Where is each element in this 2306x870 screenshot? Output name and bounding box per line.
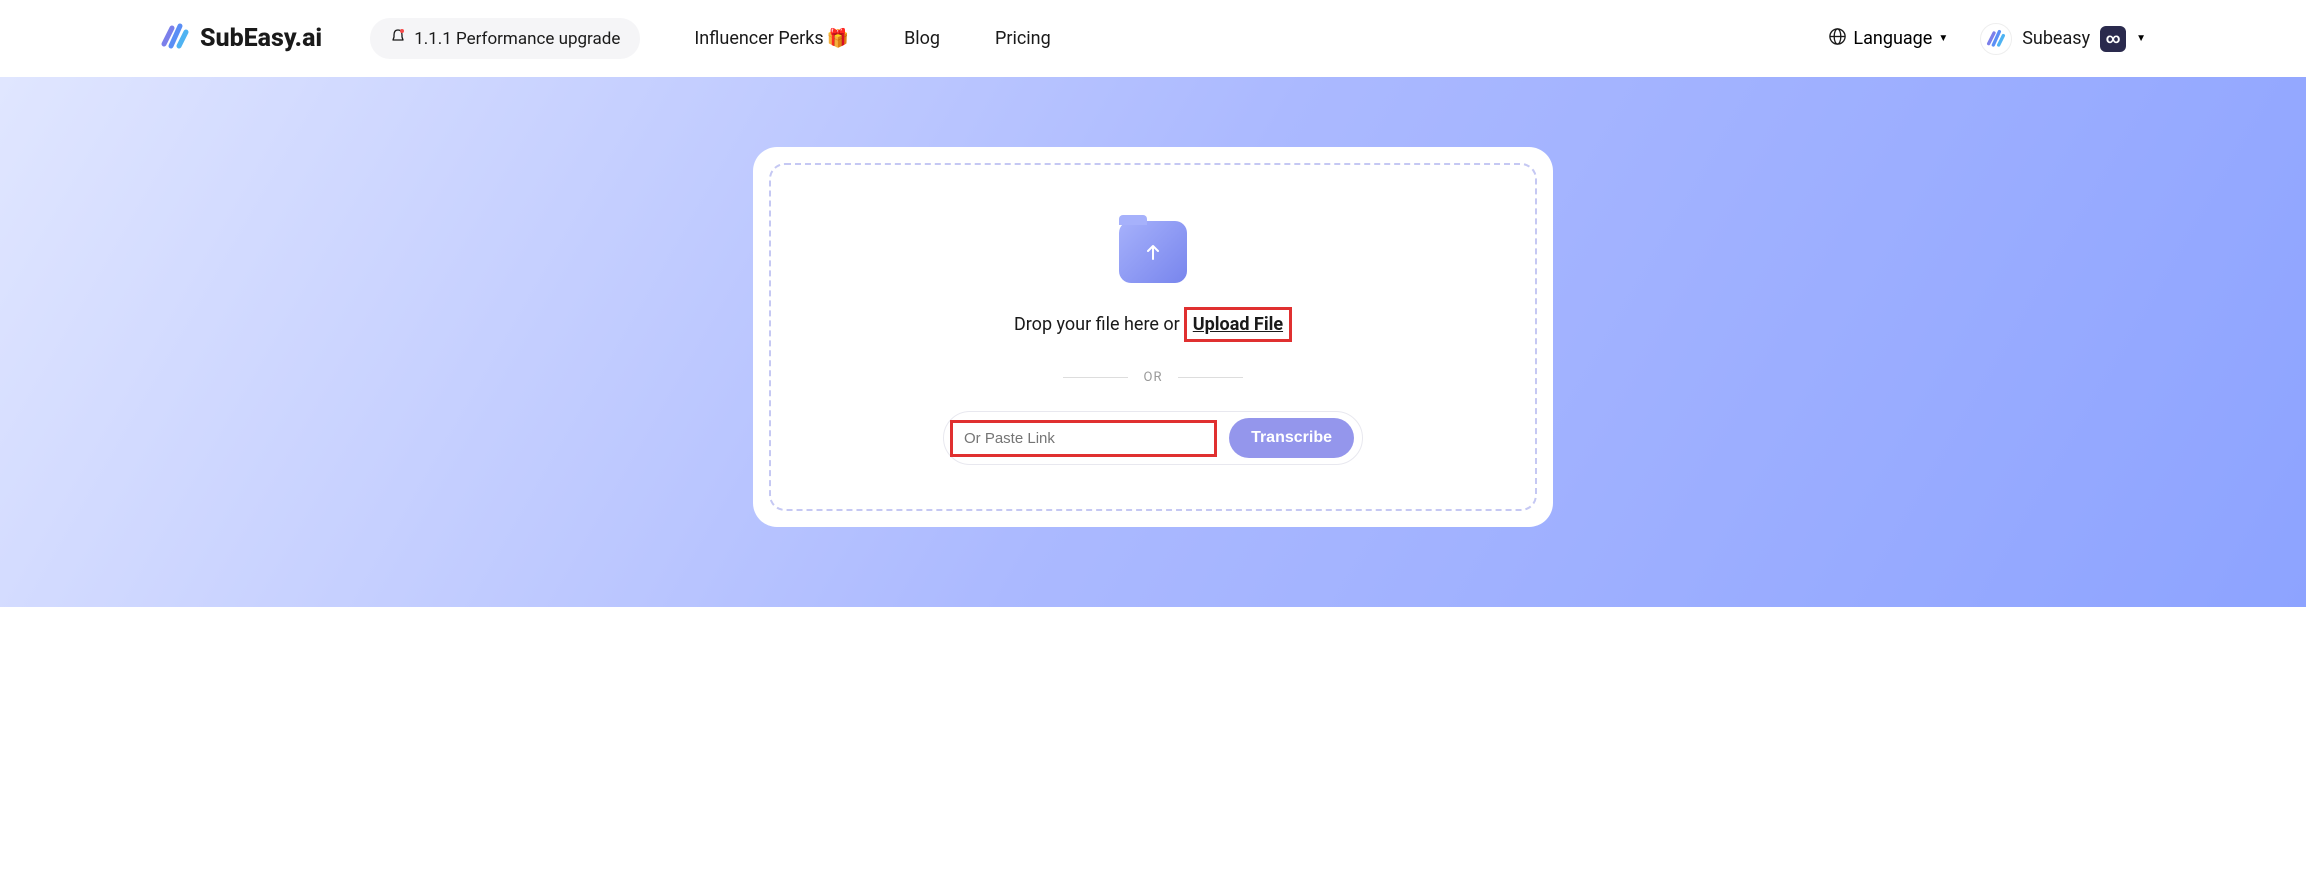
- logo-icon: [160, 22, 190, 56]
- or-divider: OR: [1063, 370, 1243, 385]
- drop-instruction: Drop your file here or Upload File: [1014, 307, 1292, 342]
- announcement-pill[interactable]: 1.1.1 Performance upgrade: [370, 18, 640, 59]
- paste-link-wrap: [950, 420, 1217, 457]
- nav-influencer-perks[interactable]: Influencer Perks🎁: [694, 28, 849, 49]
- top-header: SubEasy.ai 1.1.1 Performance upgrade Inf…: [0, 0, 2306, 77]
- transcribe-button[interactable]: Transcribe: [1229, 418, 1354, 458]
- chevron-down-icon: ▼: [1938, 33, 1948, 44]
- upload-folder-icon: [1119, 221, 1187, 283]
- brand-name: SubEasy.ai: [200, 24, 322, 53]
- header-right: Language ▼ Subeasy ∞ ▼: [1828, 23, 2146, 55]
- globe-icon: [1828, 27, 1847, 51]
- logo[interactable]: SubEasy.ai: [160, 22, 322, 56]
- hero-section: Drop your file here or Upload File OR Tr…: [0, 77, 2306, 607]
- user-name: Subeasy: [2022, 28, 2090, 49]
- user-avatar-icon: [1980, 23, 2012, 55]
- nav-pricing[interactable]: Pricing: [995, 28, 1051, 49]
- upload-card: Drop your file here or Upload File OR Tr…: [753, 147, 1553, 527]
- nav-blog[interactable]: Blog: [904, 28, 940, 49]
- upload-file-highlight: Upload File: [1184, 307, 1292, 342]
- language-label: Language: [1853, 28, 1932, 49]
- bell-icon: [390, 28, 406, 49]
- paste-link-input[interactable]: [950, 420, 1217, 457]
- upload-file-link[interactable]: Upload File: [1193, 314, 1283, 335]
- main-nav: Influencer Perks🎁 Blog Pricing: [694, 28, 1050, 49]
- announcement-text: 1.1.1 Performance upgrade: [414, 29, 620, 49]
- language-dropdown[interactable]: Language ▼: [1828, 27, 1948, 51]
- upload-dropzone[interactable]: Drop your file here or Upload File OR Tr…: [769, 163, 1537, 511]
- user-menu[interactable]: Subeasy ∞ ▼: [1980, 23, 2146, 55]
- plan-badge: ∞: [2100, 26, 2126, 52]
- chevron-down-icon: ▼: [2136, 33, 2146, 44]
- or-text: OR: [1144, 370, 1163, 385]
- drop-prefix: Drop your file here or: [1014, 314, 1180, 335]
- gift-icon: 🎁: [827, 28, 849, 49]
- paste-link-row: Transcribe: [943, 411, 1363, 465]
